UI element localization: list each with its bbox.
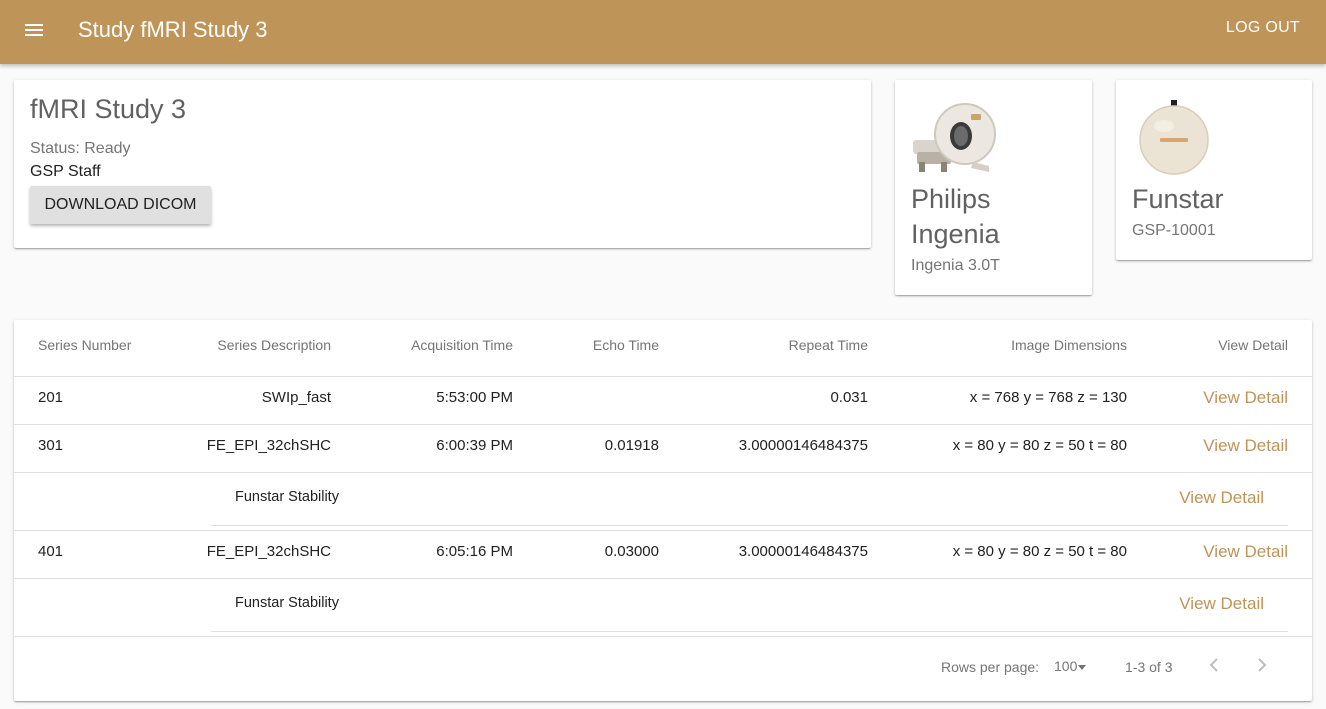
series-description: FE_EPI_32chSHC	[206, 543, 331, 560]
pagination-range: 1-3 of 3	[1125, 659, 1173, 675]
acquisition-time: 6:05:16 PM	[436, 543, 513, 560]
header-series-number[interactable]: Series Number	[38, 337, 131, 353]
header-divider	[14, 376, 1312, 377]
echo-time: 0.03000	[604, 543, 659, 560]
scanner-name: Philips Ingenia	[911, 184, 1000, 249]
repeat-time: 3.00000146484375	[738, 437, 868, 454]
view-detail-link[interactable]: View Detail	[1203, 542, 1288, 562]
menu-button[interactable]	[14, 12, 54, 52]
previous-page-button[interactable]	[1199, 652, 1229, 682]
footer-divider	[14, 636, 1312, 637]
analysis-view-detail-link[interactable]: View Detail	[1179, 488, 1264, 508]
series-table: Series Number Series Description Acquisi…	[14, 320, 1312, 701]
phantom-id: GSP-10001	[1132, 222, 1216, 239]
analysis-label: Funstar Stability	[235, 489, 339, 505]
next-page-button[interactable]	[1247, 652, 1277, 682]
phantom-image	[1138, 100, 1210, 176]
repeat-time: 3.00000146484375	[738, 543, 868, 560]
series-number: 201	[38, 389, 64, 406]
rows-per-page-value: 100	[1054, 658, 1078, 674]
header-view-detail[interactable]: View Detail	[1218, 337, 1288, 353]
rows-per-page-select[interactable]: 100	[1054, 658, 1087, 674]
logout-button[interactable]: LOG OUT	[1226, 19, 1300, 37]
header-acquisition-time[interactable]: Acquisition Time	[411, 337, 513, 353]
acquisition-time: 5:53:00 PM	[436, 389, 513, 406]
view-detail-link[interactable]: View Detail	[1203, 388, 1288, 408]
analysis-label: Funstar Stability	[235, 595, 339, 611]
analysis-view-detail-link[interactable]: View Detail	[1179, 594, 1264, 614]
acquisition-time: 6:00:39 PM	[436, 437, 513, 454]
study-title: fMRI Study 3	[30, 94, 187, 124]
image-dimensions: x = 80 y = 80 z = 50 t = 80	[952, 543, 1127, 560]
rows-per-page-label: Rows per page:	[941, 659, 1040, 675]
analysis-divider	[211, 631, 1288, 632]
study-owner: GSP Staff	[30, 163, 101, 180]
image-dimensions: x = 768 y = 768 z = 130	[969, 389, 1127, 406]
study-card: fMRI Study 3 Status: Ready GSP Staff DOW…	[14, 80, 871, 248]
scanner-model: Ingenia 3.0T	[911, 257, 1000, 274]
header-series-description[interactable]: Series Description	[217, 337, 331, 353]
arrow-drop-down-icon	[1078, 664, 1087, 670]
series-number: 301	[38, 437, 64, 454]
series-description: FE_EPI_32chSHC	[206, 437, 331, 454]
image-dimensions: x = 80 y = 80 z = 50 t = 80	[952, 437, 1127, 454]
chevron-left-icon	[1209, 657, 1219, 678]
row-divider	[14, 472, 1312, 473]
phantom-name: Funstar	[1132, 184, 1224, 214]
app-bar: Study fMRI Study 3 LOG OUT	[0, 0, 1326, 64]
row-divider	[14, 530, 1312, 531]
menu-icon	[24, 22, 44, 43]
echo-time: 0.01918	[604, 437, 659, 454]
app-title: Study fMRI Study 3	[78, 17, 268, 42]
view-detail-link[interactable]: View Detail	[1203, 436, 1288, 456]
row-divider	[14, 578, 1312, 579]
header-repeat-time[interactable]: Repeat Time	[789, 337, 868, 353]
header-echo-time[interactable]: Echo Time	[593, 337, 659, 353]
phantom-card[interactable]: Funstar GSP-10001	[1116, 80, 1312, 260]
download-dicom-button[interactable]: DOWNLOAD DICOM	[30, 186, 211, 224]
analysis-divider	[211, 525, 1288, 526]
repeat-time: 0.031	[830, 389, 868, 406]
row-divider	[14, 424, 1312, 425]
series-description: SWIp_fast	[261, 389, 331, 406]
series-number: 401	[38, 543, 64, 560]
chevron-right-icon	[1257, 657, 1267, 678]
header-image-dimensions[interactable]: Image Dimensions	[1011, 337, 1127, 353]
scanner-card[interactable]: Philips Ingenia Ingenia 3.0T	[895, 80, 1092, 295]
study-status: Status: Ready	[30, 140, 131, 157]
scanner-image	[911, 94, 997, 176]
